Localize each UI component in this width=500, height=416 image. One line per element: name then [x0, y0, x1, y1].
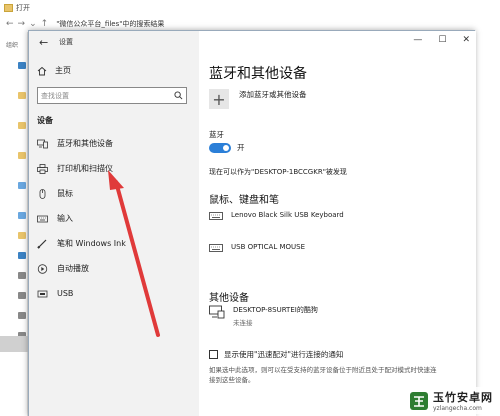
bluetooth-toggle-row: 开 [209, 142, 245, 153]
nav-item-label: 鼠标 [57, 189, 73, 198]
explorer-titlebar: 打开 [0, 0, 500, 16]
nav-item-label: 笔和 Windows Ink [57, 239, 126, 248]
nav-home[interactable]: 主页 [37, 65, 71, 76]
explorer-sidebar: 组织 [0, 32, 28, 416]
plus-icon: + [209, 89, 229, 109]
section-header-devices: 设备 [37, 116, 53, 125]
explorer-title: 打开 [16, 4, 30, 12]
swift-pair-label: 显示使用"迅速配对"进行连接的通知 [224, 350, 344, 359]
back-button[interactable]: ← [39, 36, 53, 49]
swift-pair-option[interactable]: 显示使用"迅速配对"进行连接的通知 [209, 349, 343, 360]
window-controls: — ☐ ✕ [413, 35, 470, 45]
settings-title: 设置 [59, 38, 73, 46]
nav-item-bluetooth[interactable]: 蓝牙和其他设备 [29, 131, 199, 156]
home-icon [37, 66, 47, 75]
monitor-icon [209, 305, 225, 319]
nav-item-typing[interactable]: 输入 [29, 206, 199, 231]
device-status: 未连接 [233, 319, 253, 327]
watermark-logo-icon [410, 391, 428, 410]
organize-menu[interactable]: 组织 [6, 40, 18, 49]
forward-arrow-icon[interactable]: → [18, 19, 26, 29]
device-name: USB OPTICAL MOUSE [231, 243, 306, 251]
settings-search-input[interactable] [41, 91, 161, 100]
computer-icon[interactable] [18, 212, 26, 219]
discoverable-text: 现在可以作为"DESKTOP-1BCCGKR"被发现 [209, 168, 347, 176]
other-devices-heading: 其他设备 [209, 293, 249, 304]
mouse-icon [39, 188, 46, 199]
settings-sidebar: ← 设置 主页 设备 蓝牙和其他设备 [29, 31, 199, 416]
back-arrow-icon[interactable]: ← [6, 19, 14, 29]
nav-item-printers[interactable]: 打印机和扫描仪 [29, 156, 199, 181]
bluetooth-label: 蓝牙 [209, 130, 224, 139]
settings-titlebar: ← 设置 [29, 31, 199, 53]
nav-item-usb[interactable]: USB [29, 281, 199, 306]
drive-icon[interactable] [18, 312, 26, 319]
drive-icon[interactable] [18, 272, 26, 279]
usb-icon [37, 290, 48, 297]
drive-icon[interactable] [18, 292, 26, 299]
printer-icon [37, 163, 48, 174]
up-arrow-icon[interactable]: ↑ [41, 19, 49, 29]
nav-item-label: 自动播放 [57, 264, 89, 273]
folder-icon [4, 4, 13, 12]
bluetooth-toggle[interactable] [209, 142, 231, 153]
nav-item-label: 蓝牙和其他设备 [57, 139, 113, 148]
folder-icon[interactable] [18, 232, 26, 239]
device-name: Lenovo Black Silk USB Keyboard [231, 211, 344, 219]
nav-item-label: 输入 [57, 214, 73, 223]
pen-icon [37, 239, 47, 249]
input-devices-heading: 鼠标、键盘和笔 [209, 195, 279, 206]
minimize-icon[interactable]: — [413, 35, 422, 45]
swift-pair-checkbox[interactable] [209, 350, 218, 359]
address-breadcrumb[interactable]: "微信公众平台_files"中的搜索结果 [56, 19, 164, 29]
add-device-button[interactable]: + 添加蓝牙或其他设备 [209, 89, 307, 109]
settings-content: — ☐ ✕ 蓝牙和其他设备 + 添加蓝牙或其他设备 蓝牙 开 现在可以作为"DE… [199, 31, 476, 416]
nav-item-label: 打印机和扫描仪 [57, 164, 113, 173]
toggle-state: 开 [237, 143, 245, 152]
settings-nav-list: 蓝牙和其他设备 打印机和扫描仪 鼠标 输入 笔和 Windows Ink 自动播… [29, 131, 199, 306]
swift-pair-help: 如果选中此选项，则可以在受支持的蓝牙设备位于附近且处于配对模式时快速连接到这些设… [209, 366, 437, 384]
folder-icon[interactable] [18, 92, 26, 99]
page-title: 蓝牙和其他设备 [209, 66, 307, 82]
watermark-url: yzlangecha.com [433, 405, 482, 412]
device-item[interactable]: Lenovo Black Silk USB Keyboard [209, 211, 344, 221]
cloud-icon[interactable] [18, 182, 26, 189]
nav-home-label: 主页 [55, 66, 71, 75]
device-item[interactable]: DESKTOP-8SURTEI的酷狗 未连接 [209, 305, 318, 327]
nav-item-pen[interactable]: 笔和 Windows Ink [29, 231, 199, 256]
nav-item-autoplay[interactable]: 自动播放 [29, 256, 199, 281]
nav-item-label: USB [57, 289, 74, 298]
watermark-name: 玉竹安卓网 [433, 391, 493, 404]
explorer-selected-row [0, 336, 28, 352]
folder-icon[interactable] [18, 252, 26, 259]
autoplay-icon [37, 263, 48, 274]
close-icon[interactable]: ✕ [462, 35, 470, 45]
bluetooth-devices-icon [37, 139, 48, 148]
pin-icon[interactable] [18, 62, 26, 69]
search-icon[interactable] [174, 91, 183, 100]
maximize-icon[interactable]: ☐ [438, 35, 446, 45]
folder-icon[interactable] [18, 152, 26, 159]
keyboard-icon [37, 215, 48, 222]
add-device-label: 添加蓝牙或其他设备 [239, 89, 307, 99]
settings-window: ← 设置 主页 设备 蓝牙和其他设备 [28, 30, 476, 416]
settings-search-box[interactable] [37, 87, 187, 104]
keyboard-icon [209, 244, 223, 252]
keyboard-icon [209, 212, 223, 220]
folder-icon[interactable] [18, 122, 26, 129]
chevron-down-icon[interactable]: ⌄ [29, 19, 37, 29]
device-name: DESKTOP-8SURTEI的酷狗 [233, 306, 318, 314]
nav-item-mouse[interactable]: 鼠标 [29, 181, 199, 206]
watermark: 玉竹安卓网 yzlangecha.com [406, 387, 496, 414]
device-item[interactable]: USB OPTICAL MOUSE [209, 243, 305, 253]
